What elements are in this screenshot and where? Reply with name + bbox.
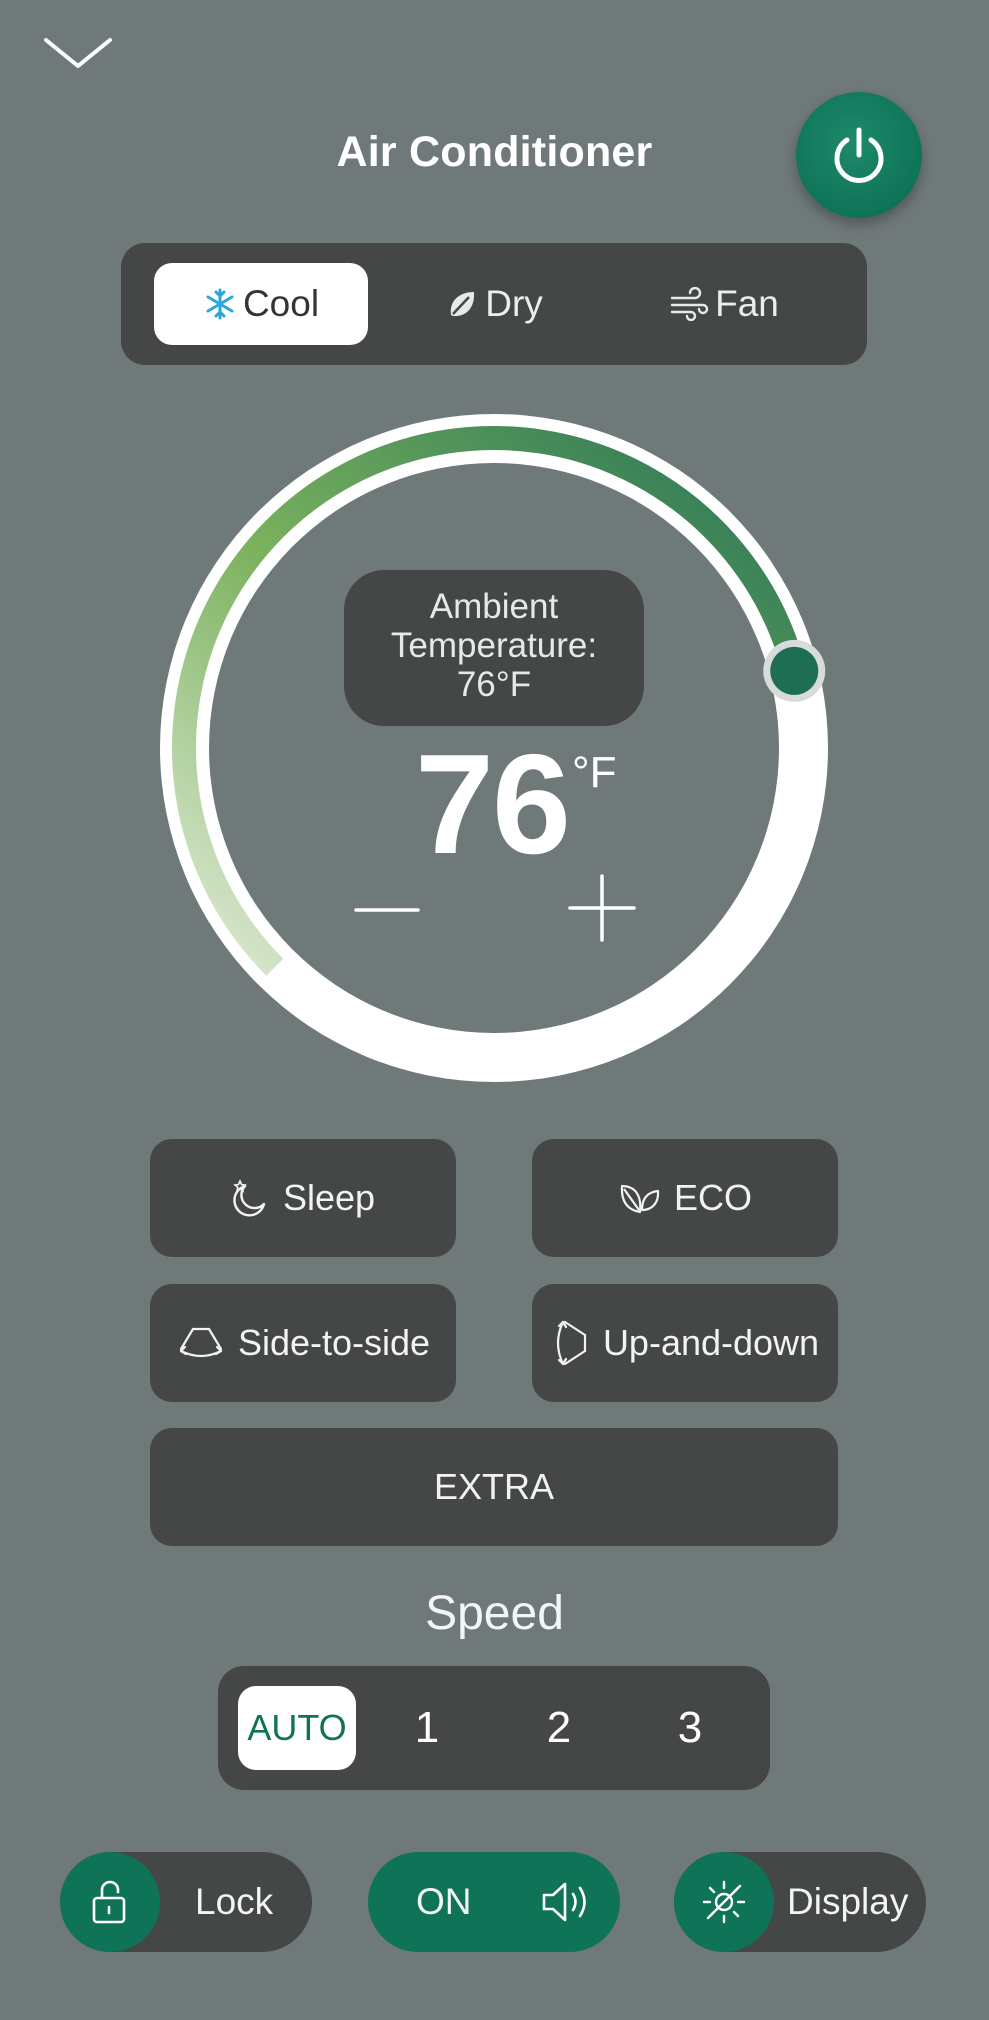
display-toggle-knob <box>674 1852 774 1952</box>
sleep-button[interactable]: Sleep <box>150 1139 456 1257</box>
eco-leaf-icon <box>620 1184 660 1214</box>
lock-label: Lock <box>195 1881 274 1922</box>
mode-cool-label: Cool <box>242 283 320 324</box>
eco-button[interactable]: ECO <box>532 1139 838 1257</box>
minus-icon <box>354 908 420 912</box>
snowflake-icon <box>206 288 234 320</box>
moon-star-icon <box>233 1178 266 1217</box>
plus-icon <box>568 874 636 942</box>
mode-cool-button[interactable]: Cool <box>154 263 368 345</box>
wind-icon <box>670 287 709 321</box>
side-to-side-label: Side-to-side <box>237 1322 431 1363</box>
ambient-value: 76°F <box>456 665 532 704</box>
swing-vertical-icon <box>556 1320 587 1366</box>
extra-button[interactable]: EXTRA <box>150 1428 838 1546</box>
increase-temperature-button[interactable] <box>566 872 638 944</box>
up-and-down-button[interactable]: Up-and-down <box>532 1284 838 1402</box>
eco-label: ECO <box>673 1177 752 1218</box>
brightness-off-icon <box>702 1880 746 1924</box>
swing-horizontal-icon <box>179 1327 223 1358</box>
sleep-label: Sleep <box>282 1177 376 1218</box>
mode-dry-button[interactable]: Dry <box>387 263 601 345</box>
extra-label: EXTRA <box>433 1466 555 1507</box>
mode-selector: Cool Dry Fan <box>121 243 867 365</box>
display-toggle[interactable]: Display <box>674 1852 926 1952</box>
sound-status-label: ON <box>416 1881 472 1922</box>
mode-fan-label: Fan <box>715 283 779 324</box>
collapse-button[interactable] <box>40 30 116 80</box>
ambient-label-line2: Temperature: <box>390 626 598 665</box>
unlock-icon <box>92 1880 126 1924</box>
dial-handle-dot <box>770 646 819 695</box>
display-label: Display <box>787 1881 909 1922</box>
mode-fan-button[interactable]: Fan <box>617 263 831 345</box>
power-icon <box>834 127 884 183</box>
setpoint-unit: °F <box>572 748 617 797</box>
speed-3-button[interactable]: 3 <box>631 1686 749 1770</box>
power-button[interactable] <box>796 92 922 218</box>
decrease-temperature-button[interactable] <box>352 880 422 940</box>
sound-toggle[interactable]: ON <box>368 1852 620 1952</box>
speaker-icon <box>542 1882 586 1922</box>
chevron-down-icon <box>44 38 112 68</box>
leaf-drop-icon <box>450 292 475 317</box>
up-and-down-label: Up-and-down <box>602 1322 820 1363</box>
mode-dry-label: Dry <box>485 283 543 324</box>
speed-2-button[interactable]: 2 <box>500 1686 618 1770</box>
side-to-side-button[interactable]: Side-to-side <box>150 1284 456 1402</box>
speed-title: Speed <box>425 1587 564 1640</box>
lock-toggle-knob <box>60 1852 160 1952</box>
lock-toggle[interactable]: Lock <box>60 1852 312 1952</box>
speed-selector: AUTO 1 2 3 <box>218 1666 770 1790</box>
ambient-label-line1: Ambient <box>429 587 559 626</box>
speed-1-button[interactable]: 1 <box>368 1686 486 1770</box>
ambient-temperature-badge: Ambient Temperature: 76°F <box>344 570 644 726</box>
setpoint-value: 76 <box>415 725 571 884</box>
speed-auto-button[interactable]: AUTO <box>238 1686 356 1770</box>
